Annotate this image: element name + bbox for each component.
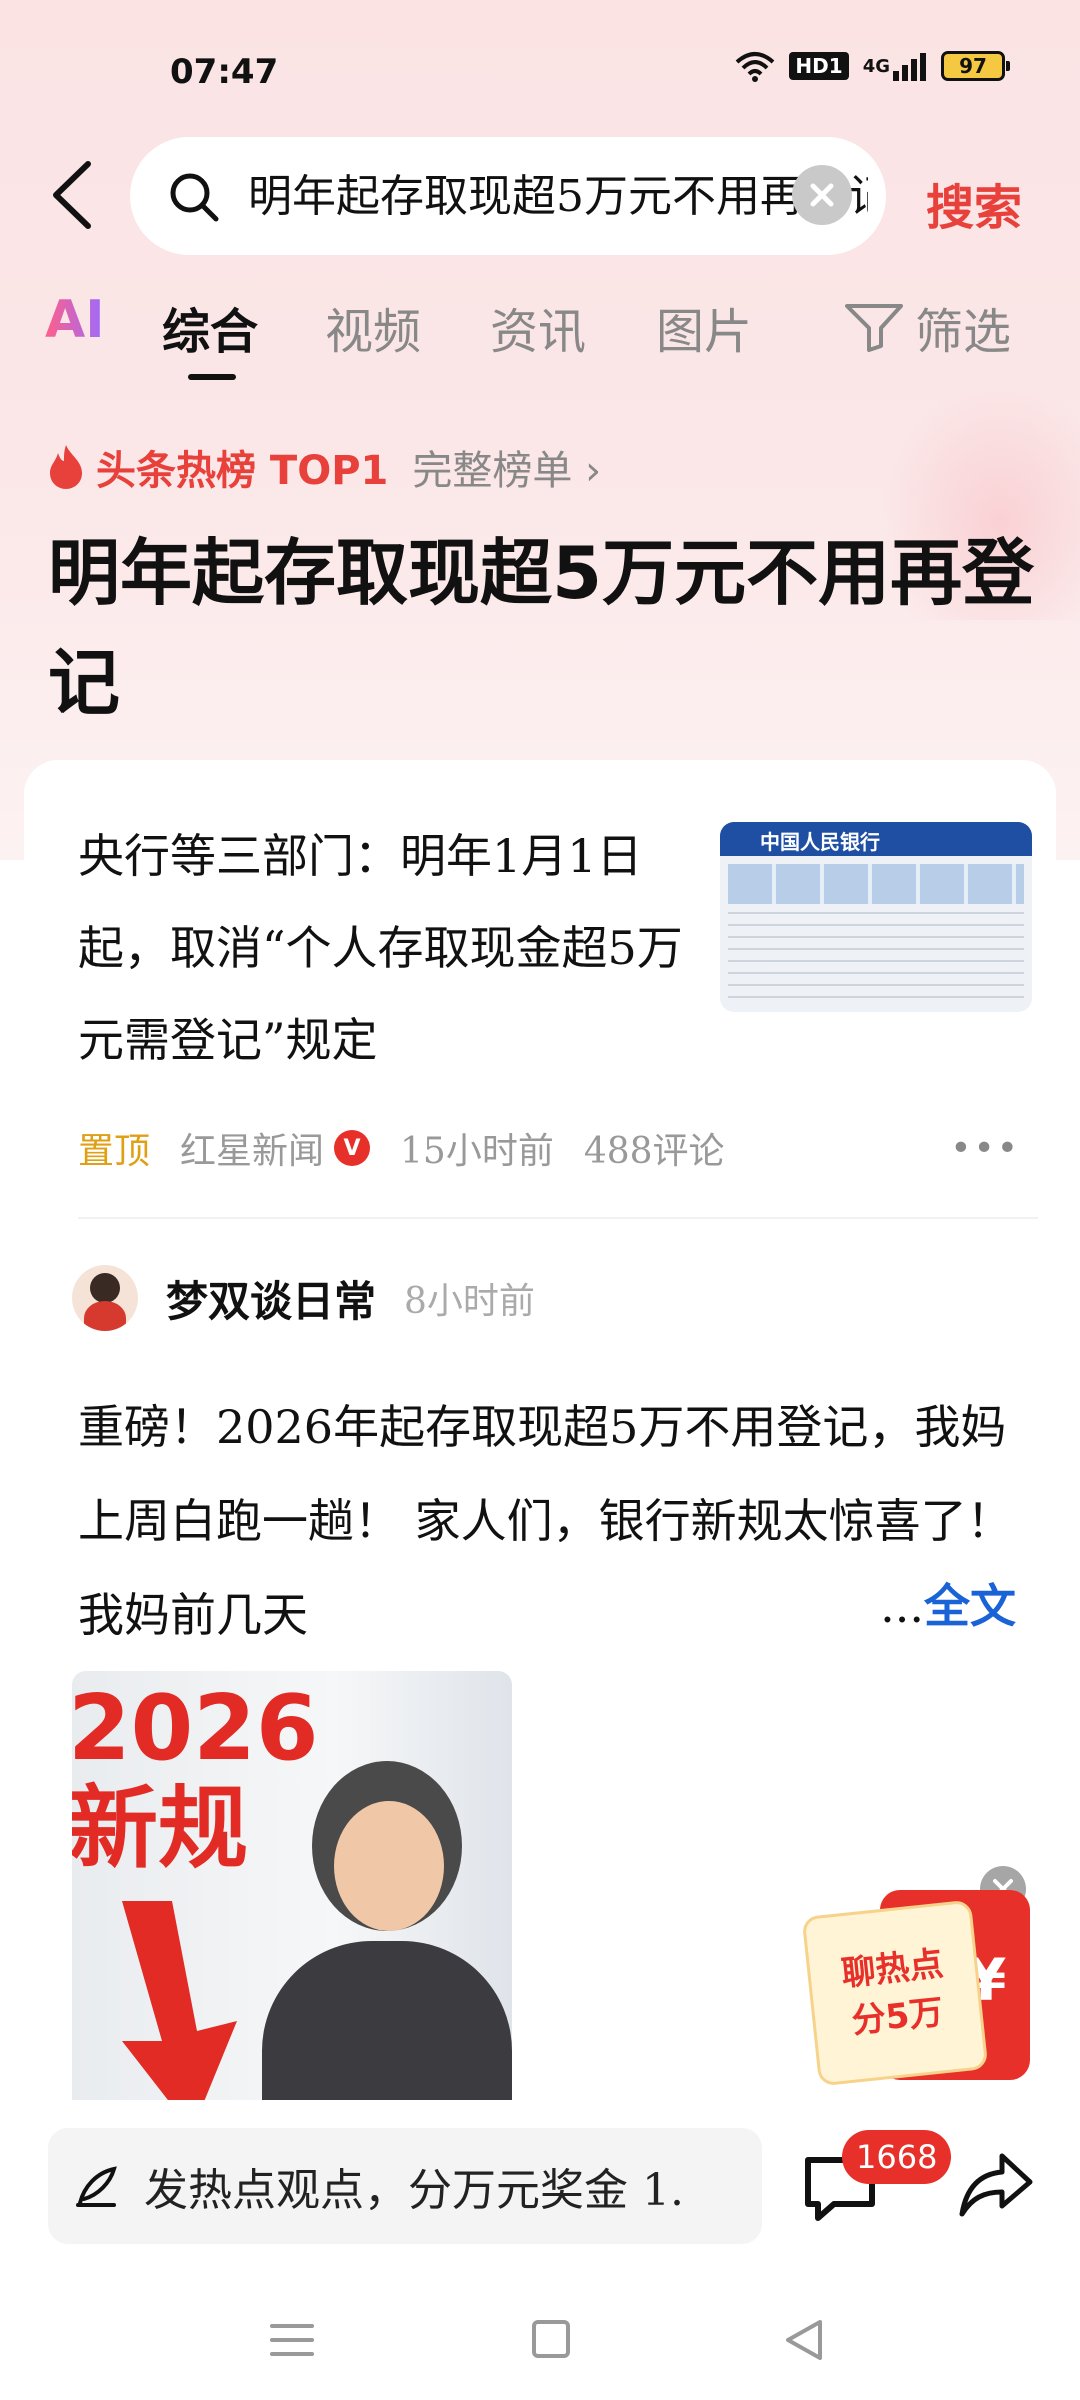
search-query[interactable]: 明年起存取现超5万元不用再登记 [248,167,868,227]
tab-ai[interactable]: AI [45,290,105,350]
post-body-text: 重磅！2026年起存取现超5万不用登记，我妈上周白跑一趟！ 家人们，银行新规太惊… [78,1400,1013,1642]
thumb-heading: 中国人民银行 [760,830,880,854]
system-nav-bar [0,2280,1080,2400]
post-time: 8小时前 [404,1281,535,1322]
search-icon [170,173,219,222]
more-options-icon[interactable]: ••• [950,1128,1020,1169]
hot-rank-label: 头条热榜 TOP1 [96,448,389,494]
back-arrow-icon [53,161,91,229]
comment-placeholder: 发热点观点，分万元奖金 1. [144,2165,684,2216]
share-button[interactable] [958,2148,1034,2224]
filter-label: 筛选 [915,304,1012,360]
comment-count-badge: 1668 [842,2130,952,2184]
image-caption-rule: 新规 [72,1776,248,1881]
thumb-table [728,864,1024,904]
clear-button[interactable] [792,165,852,225]
signal-label: 4G [862,55,890,77]
home-icon[interactable] [532,2320,570,2358]
active-tab-indicator [188,374,236,380]
news-thumbnail[interactable]: 中国人民银行 [720,822,1032,1012]
share-icon [959,2153,1033,2217]
image-caption: 2026 新规 [72,1679,319,1879]
news-comments[interactable]: 488评论 [584,1122,725,1174]
hot-rank-row[interactable]: 头条热榜 TOP1 完整榜单 › [46,438,601,496]
status-bar: 07:47 HD1 4G 97 [0,40,1080,110]
packet-line-2: 分5万 [849,1992,946,2042]
news-meta: 置顶 红星新闻 V 15小时前 488评论 ••• [78,1118,1038,1178]
nav-back-icon[interactable] [784,2318,824,2362]
news-source[interactable]: 红星新闻 [180,1122,324,1174]
red-packet-card: 聊热点 分5万 [801,1899,989,2087]
hd-badge: HD1 [789,52,849,80]
full-list-link[interactable]: 完整榜单 › [412,438,601,496]
wifi-icon [735,50,775,82]
tab-bar: AI 综合 视频 资讯 图片 筛选 [0,290,1080,380]
author-name[interactable]: 梦双谈日常 [166,1268,376,1329]
search-button[interactable]: 搜索 [926,168,1022,238]
comment-bar: 发热点观点，分万元奖金 1. 1668 [0,2100,1080,2280]
author-row[interactable]: 梦双谈日常 8小时前 [72,1265,535,1331]
tab-images[interactable]: 图片 [656,292,752,362]
battery-icon: 97 [941,51,1010,81]
fulltext-link[interactable]: ...全文 [880,1570,1016,1636]
comment-input[interactable]: 发热点观点，分万元奖金 1. [48,2128,762,2244]
verified-icon: V [334,1130,371,1166]
status-icons: HD1 4G 97 [735,50,1010,82]
signal-icon: 4G [863,51,927,81]
search-input[interactable]: 明年起存取现超5万元不用再登记 [130,137,886,255]
page-title: 明年起存取现超5万元不用再登记 [48,531,1035,725]
pinned-badge: 置顶 [78,1131,151,1172]
news-time: 15小时前 [400,1131,554,1172]
red-arrow-graphic [122,1901,237,2120]
tab-comprehensive[interactable]: 综合 [162,292,258,362]
status-time: 07:47 [170,52,279,92]
tab-video[interactable]: 视频 [325,292,421,362]
post-image[interactable]: 2026 新规 [72,1671,512,2120]
image-caption-year: 2026 [72,1676,319,1781]
menu-icon[interactable] [270,2320,314,2360]
fulltext-label: 全文 [924,1579,1016,1633]
filter-button[interactable]: 筛选 [845,292,1011,362]
pen-icon [76,2166,117,2207]
avatar[interactable] [72,1265,138,1331]
news-title[interactable]: 央行等三部门：明年1月1日起，取消“个人存取现金超5万元需登记”规定 [78,810,708,1086]
fire-icon [50,445,82,489]
divider [78,1217,1038,1219]
filter-icon [845,304,903,352]
battery-level: 97 [959,54,987,78]
post-ellipsis: ... [880,1579,924,1633]
clear-icon [810,183,834,207]
thumb-text-lines [728,912,1024,1002]
tab-news[interactable]: 资讯 [490,292,586,362]
red-packet-widget[interactable]: ¥ 聊热点 分5万 [801,1890,1030,2087]
back-button[interactable] [48,160,98,230]
